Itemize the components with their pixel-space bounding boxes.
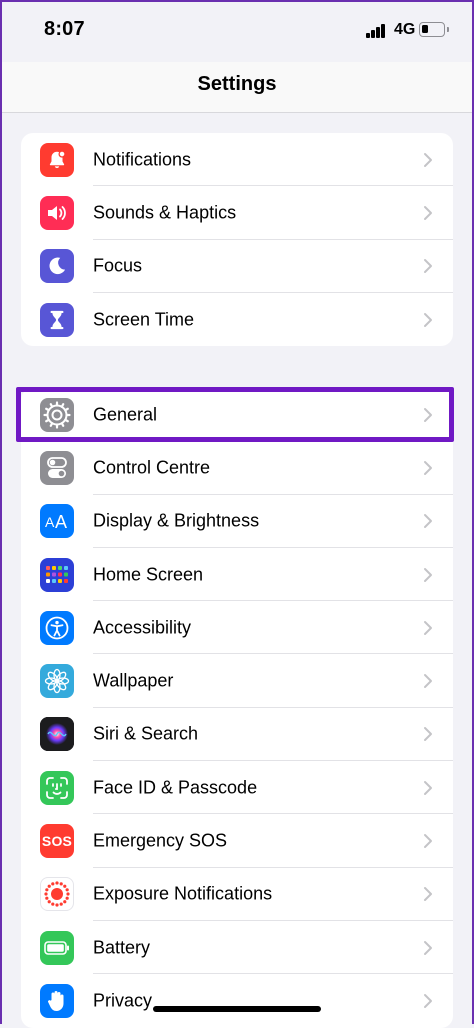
settings-row-battery[interactable]: Battery: [21, 921, 453, 975]
settings-row-label: Display & Brightness: [93, 510, 260, 531]
settings-row-label: Screen Time: [93, 309, 195, 330]
navigation-bar: Settings: [0, 62, 474, 113]
settings-row-privacy[interactable]: Privacy: [21, 974, 453, 1027]
settings-row-label: Wallpaper: [93, 670, 174, 691]
hourglass-icon: [40, 302, 74, 337]
settings-row-label: Home Screen: [93, 564, 204, 585]
bell-icon: [40, 142, 74, 177]
svg-text:A: A: [55, 512, 67, 531]
chevron-right-icon: [423, 620, 433, 636]
settings-row-face-id-and-passcode[interactable]: Face ID & Passcode: [21, 761, 453, 815]
accessibility-icon: [40, 610, 74, 645]
settings-row-display-and-brightness[interactable]: A A Display & Brightness: [21, 495, 453, 548]
settings-row-screen-time[interactable]: Screen Time: [21, 293, 453, 346]
settings-row-label: Emergency SOS: [93, 830, 228, 851]
settings-row-home-screen[interactable]: Home Screen: [21, 548, 453, 602]
chevron-right-icon: [423, 460, 433, 476]
chevron-right-icon: [423, 833, 433, 849]
battery-status-icon: [419, 22, 445, 37]
settings-row-label: Focus: [93, 255, 143, 276]
general-highlight-box: [16, 387, 454, 442]
chevron-right-icon: [423, 258, 433, 274]
chevron-right-icon: [423, 780, 433, 796]
settings-group-top: Notifications Sounds & Haptics Focus Screen…: [21, 133, 453, 347]
settings-row-control-centre[interactable]: Control Centre: [21, 441, 453, 495]
settings-row-label: Privacy: [93, 990, 153, 1011]
chevron-right-icon: [423, 205, 433, 221]
settings-row-label: Control Centre: [93, 457, 211, 478]
status-time: 8:07: [44, 18, 85, 40]
settings-row-sounds-and-haptics[interactable]: Sounds & Haptics: [21, 186, 453, 240]
settings-row-notifications[interactable]: Notifications: [21, 133, 453, 187]
settings-row-wallpaper[interactable]: Wallpaper: [21, 654, 453, 708]
settings-row-label: Battery: [93, 937, 151, 958]
settings-row-label: Exposure Notifications: [93, 883, 273, 904]
settings-row-label: Siri & Search: [93, 723, 199, 744]
exposure-icon: [40, 877, 74, 912]
siri-icon: [40, 717, 74, 752]
face-id-icon: [40, 770, 74, 805]
settings-row-label: Face ID & Passcode: [93, 777, 258, 798]
chevron-right-icon: [423, 886, 433, 902]
chevron-right-icon: [423, 940, 433, 956]
cellular-signal-icon: [366, 24, 386, 38]
svg-text:A: A: [45, 514, 55, 530]
settings-group-main: General Control Centre A A Display & Brightn…: [21, 388, 453, 1028]
page-title: Settings: [197, 73, 277, 95]
chevron-right-icon: [423, 673, 433, 689]
settings-row-siri-and-search[interactable]: Siri & Search: [21, 708, 453, 762]
settings-row-focus[interactable]: Focus: [21, 240, 453, 293]
toggle-icon: [40, 450, 74, 485]
hand-icon: [40, 983, 74, 1018]
settings-row-accessibility[interactable]: Accessibility: [21, 601, 453, 655]
chevron-right-icon: [423, 312, 433, 328]
chevron-right-icon: [423, 993, 433, 1009]
app-grid-icon: [40, 557, 74, 592]
sos-icon-text: SOS: [41, 833, 73, 850]
sos-icon: SOS: [40, 824, 74, 859]
battery-cap: [447, 27, 449, 32]
settings-row-exposure-notifications[interactable]: Exposure Notifications: [21, 868, 453, 921]
text-size-icon: AA: [40, 504, 74, 539]
settings-row-label: Sounds & Haptics: [93, 202, 237, 223]
moon-icon: [40, 249, 74, 284]
chevron-right-icon: [423, 567, 433, 583]
speaker-icon: [40, 195, 74, 230]
settings-row-emergency-sos[interactable]: SOS Emergency SOS: [21, 814, 453, 868]
battery-icon: [40, 930, 74, 965]
chevron-right-icon: [423, 513, 433, 529]
home-indicator: [153, 1006, 321, 1012]
flower-icon: [40, 664, 74, 699]
status-bar: 8:07 4G: [0, 0, 474, 62]
network-type: 4G: [394, 21, 416, 38]
chevron-right-icon: [423, 726, 433, 742]
settings-row-label: Accessibility: [93, 617, 192, 638]
settings-row-label: Notifications: [93, 149, 192, 170]
chevron-right-icon: [423, 152, 433, 168]
